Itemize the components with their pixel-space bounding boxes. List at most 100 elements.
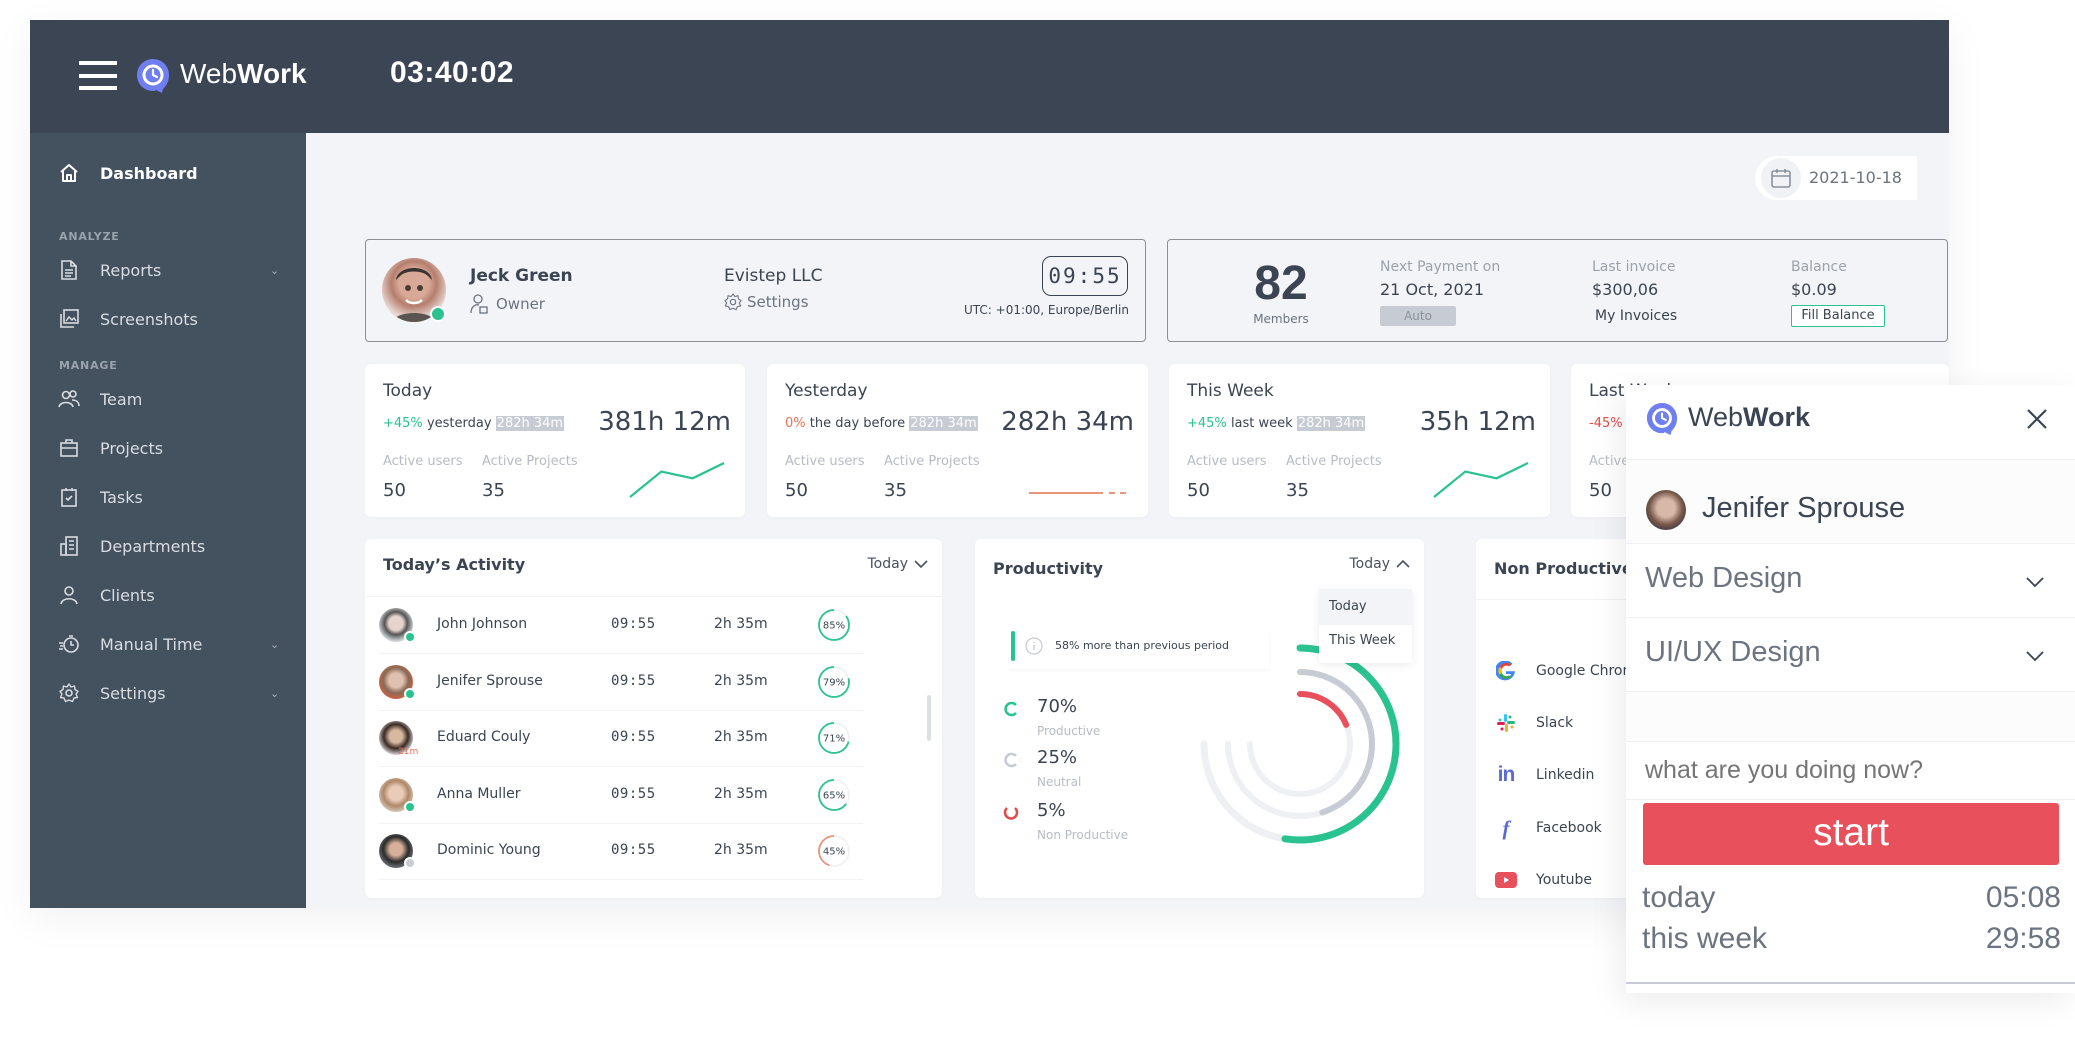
sidebar-item-screenshots[interactable]: Screenshots <box>30 299 306 339</box>
activity-row[interactable]: Dominic Young 09:55 2h 35m 45% <box>379 824 863 880</box>
active-users-value: 50 <box>1187 480 1210 501</box>
percent-label: 85% <box>823 621 845 632</box>
app-label: Linkedin <box>1536 767 1595 783</box>
task-check-icon <box>58 486 80 508</box>
start-button[interactable]: start <box>1643 803 2059 865</box>
user-name: Dominic Young <box>437 842 541 858</box>
active-users-value: 50 <box>1589 480 1612 501</box>
task-select[interactable]: UI/UX Design <box>1626 618 2075 692</box>
tracker-header: WebWork <box>1626 385 2075 460</box>
dropdown-option-today[interactable]: Today <box>1319 589 1412 625</box>
activity-row[interactable]: Anna Muller 09:55 2h 35m 65% <box>379 768 863 824</box>
activity-scrollbar[interactable] <box>927 695 931 741</box>
date-value: 2021-10-18 <box>1809 168 1902 187</box>
sidebar-label: Projects <box>100 438 164 458</box>
productive-legend-icon <box>1004 701 1017 717</box>
company-settings-link[interactable]: Settings <box>724 293 809 311</box>
section-manage: MANAGE <box>59 359 118 372</box>
user-name: Jenifer Sprouse <box>437 672 543 689</box>
active-users-label: Active users <box>383 454 463 469</box>
activity-percent-ring: 85% <box>818 609 850 641</box>
activity-percent-ring: 79% <box>818 665 850 698</box>
period-dropdown-menu: Today This Week <box>1319 589 1412 663</box>
stat-total: 282h 34m <box>1001 407 1134 437</box>
today-label: today <box>1642 881 1716 914</box>
tracked-duration: 2h 35m <box>714 672 768 689</box>
stat-card-this-week: This Week +45% last week 282h 34m 35h 12… <box>1169 364 1550 517</box>
productivity-period-select[interactable]: Today <box>1350 556 1411 572</box>
images-icon <box>58 308 80 330</box>
select-value: Today <box>867 556 909 572</box>
activity-row[interactable]: John Johnson 09:55 2h 35m 85% <box>379 598 863 654</box>
sidebar-item-dashboard[interactable]: Dashboard <box>30 153 306 193</box>
sidebar-item-reports[interactable]: Reports ⌄ <box>30 250 306 290</box>
youtube-icon <box>1494 868 1518 892</box>
section-analyze: ANALYZE <box>59 230 120 243</box>
home-icon <box>58 162 80 184</box>
sidebar-item-manual-time[interactable]: Manual Time ⌄ <box>30 624 306 664</box>
app-item-facebook[interactable]: f Facebook <box>1494 816 1602 840</box>
status-dot <box>404 800 416 813</box>
sidebar-item-settings[interactable]: Settings ⌄ <box>30 673 306 713</box>
company-name: Evistep LLC <box>724 266 823 286</box>
gear-icon <box>58 682 80 704</box>
app-item-youtube[interactable]: Youtube <box>1494 868 1592 892</box>
running-timer: 03:40:02 <box>390 56 515 89</box>
chevron-down-icon <box>2026 651 2044 662</box>
sidebar-item-clients[interactable]: Clients <box>30 575 306 615</box>
app-item-google-chrome[interactable]: Google Chrome <box>1494 659 1645 683</box>
avatar <box>1646 490 1686 530</box>
app-label: Youtube <box>1536 872 1592 888</box>
start-time: 09:55 <box>611 672 656 689</box>
timezone-label: UTC: +01:00, Europe/Berlin <box>964 303 1129 317</box>
activity-period-select[interactable]: Today <box>868 556 929 572</box>
productivity-panel: Productivity Today 58% more than previou… <box>975 539 1424 898</box>
percent-label: 79% <box>823 677 845 688</box>
app-label: Slack <box>1536 715 1574 731</box>
my-invoices-link[interactable]: My Invoices <box>1595 308 1677 324</box>
start-time: 09:55 <box>611 616 656 632</box>
non-productive-arc <box>1297 691 1350 728</box>
brand-name: WebWork <box>180 58 307 89</box>
stat-comparison: +45% last week 282h 34m <box>1187 416 1366 431</box>
dropdown-option-this-week[interactable]: This Week <box>1319 625 1412 661</box>
note-accent-bar <box>1011 631 1015 661</box>
last-invoice-label: Last invoice <box>1592 259 1676 275</box>
sidebar-item-team[interactable]: Team <box>30 379 306 419</box>
today-total: 05:08 <box>1985 881 2061 914</box>
select-value: Today <box>1349 556 1391 572</box>
start-time: 09:55 <box>611 785 656 802</box>
calendar-icon <box>1761 158 1801 198</box>
date-picker[interactable]: 2021-10-18 <box>1755 156 1917 200</box>
todays-activity-panel: Today’s Activity Today John Johnson 09:55… <box>365 539 942 898</box>
activity-note-field[interactable] <box>1626 742 2075 800</box>
stat-card-today: Today +45% yesterday 282h 34m 381h 12m A… <box>365 364 745 517</box>
neutral-value: 25% <box>1037 747 1078 768</box>
app-item-linkedin[interactable]: in Linkedin <box>1494 763 1595 787</box>
sidebar-item-departments[interactable]: Departments <box>30 526 306 566</box>
balance-label: Balance <box>1791 259 1847 275</box>
gear-icon <box>724 293 742 311</box>
facebook-icon: f <box>1502 815 1510 840</box>
app-item-slack[interactable]: Slack <box>1494 711 1573 735</box>
stat-card-yesterday: Yesterday 0% the day before 282h 34m 282… <box>767 364 1148 517</box>
start-time: 09:55 <box>611 729 656 745</box>
sidebar-item-projects[interactable]: Projects <box>30 428 306 468</box>
tracker-user-name: Jenifer Sprouse <box>1702 492 1906 524</box>
active-projects-label: Active Projects <box>1286 454 1382 469</box>
fill-balance-button[interactable]: Fill Balance <box>1791 305 1885 327</box>
activity-row[interactable]: 21m Eduard Couly 09:55 2h 35m 71% <box>379 711 863 767</box>
stat-comparison: 0% the day before 282h 34m <box>785 416 978 431</box>
project-select[interactable]: Web Design <box>1626 544 2075 618</box>
sidebar-item-tasks[interactable]: Tasks <box>30 477 306 517</box>
this-week-total: 29:58 <box>1985 922 2061 955</box>
activity-note-input[interactable] <box>1645 752 2055 788</box>
menu-icon[interactable] <box>79 61 117 90</box>
panel-title: Productivity <box>993 559 1104 578</box>
activity-row[interactable]: Jenifer Sprouse 09:55 2h 35m 79% <box>379 655 863 711</box>
last-invoice-value: $300,06 <box>1592 280 1659 299</box>
close-icon[interactable] <box>2026 408 2048 430</box>
user-icon <box>58 584 80 606</box>
auto-payment-toggle[interactable]: Auto <box>1380 306 1456 326</box>
productivity-radial-chart <box>1200 644 1400 844</box>
